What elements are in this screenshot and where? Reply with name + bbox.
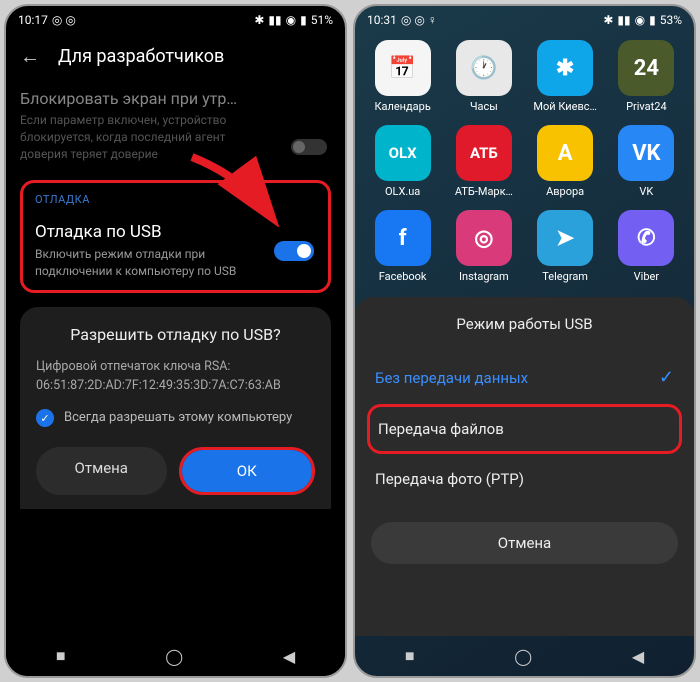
app-label: Мой Киевс… <box>533 100 597 113</box>
phone-left: 10:17 ◎ ◎ ✱ ▮▮ ◉ ▮ 51% ← Для разработчик… <box>4 4 347 678</box>
nav-back-icon[interactable]: ◀ <box>283 647 295 666</box>
fingerprint-label: Цифровой отпечаток ключа RSA: <box>36 358 315 377</box>
app-icon: АТБ <box>456 125 512 181</box>
setting-title: Блокировать экран при утр… <box>20 89 331 108</box>
sheet-options: Без передачи данных ✓ Передача файлов Перед… <box>355 351 694 504</box>
checkbox-checked-icon[interactable]: ✓ <box>36 409 54 427</box>
sheet-cancel-button[interactable]: Отмена <box>371 522 678 564</box>
nav-bar: ■ ◯ ◀ <box>6 636 345 676</box>
option-label: Без передачи данных <box>375 369 528 387</box>
battery-pct: 53% <box>660 13 682 27</box>
page-title: Для разработчиков <box>58 46 224 67</box>
back-icon[interactable]: ← <box>20 44 40 69</box>
cancel-button[interactable]: Отмена <box>36 447 167 495</box>
app-instagram[interactable]: ◎ Instagram <box>446 210 521 283</box>
app-label: Часы <box>470 100 498 113</box>
app-label: Viber <box>634 270 659 283</box>
app-telegram[interactable]: ➤ Telegram <box>528 210 603 283</box>
always-allow-row[interactable]: ✓ Всегда разрешать этому компьютеру <box>36 409 315 427</box>
battery-icon: ▮ <box>649 13 656 27</box>
option-label: Передача фото (PTP) <box>375 470 524 488</box>
option-label: Передача файлов <box>378 420 504 438</box>
app-icon: ✆ <box>618 210 674 266</box>
nav-recent-icon[interactable]: ■ <box>405 646 415 666</box>
app-часы[interactable]: 🕐 Часы <box>446 40 521 113</box>
settings-content: Блокировать экран при утр… Если параметр… <box>6 79 345 636</box>
ok-button[interactable]: ОК <box>182 450 313 492</box>
phone-right: 10:31 ◎ ◎ ♀ ✱ ▮▮ ◉ ▮ 53% 📅 Календарь 🕐 Часы… <box>353 4 696 678</box>
app-icon: 📅 <box>375 40 431 96</box>
nav-recent-icon[interactable]: ■ <box>56 646 66 666</box>
check-icon: ✓ <box>659 367 674 388</box>
debug-section-highlight: ОТЛАДКА Отладка по USB Включить режим от… <box>20 180 331 293</box>
bluetooth-icon: ✱ <box>254 13 264 27</box>
app-viber[interactable]: ✆ Viber <box>609 210 684 283</box>
app-атб-марк…[interactable]: АТБ АТБ-Марк… <box>446 125 521 198</box>
nav-back-icon[interactable]: ◀ <box>632 647 644 666</box>
app-label: Privat24 <box>626 100 667 113</box>
app-аврора[interactable]: A Аврора <box>528 125 603 198</box>
wifi-icon: ◉ <box>286 13 296 27</box>
page-header: ← Для разработчиков <box>6 34 345 79</box>
app-icon: A <box>537 125 593 181</box>
app-мой киевс…[interactable]: ✱ Мой Киевс… <box>528 40 603 113</box>
app-icon: 24 <box>618 40 674 96</box>
app-label: Telegram <box>542 270 588 283</box>
bluetooth-icon: ✱ <box>603 13 613 27</box>
status-time: 10:31 <box>367 13 397 27</box>
sheet-title: Режим работы USB <box>355 315 694 333</box>
app-icon: f <box>375 210 431 266</box>
status-icon: ◎ ◎ ♀ <box>401 13 437 27</box>
battery-pct: 51% <box>311 13 333 27</box>
ok-button-highlight: ОК <box>179 447 316 495</box>
usb-option[interactable]: Передача файлов <box>367 404 682 454</box>
nav-bar: ■ ◯ ◀ <box>355 636 694 676</box>
app-label: АТБ-Марк… <box>455 185 513 198</box>
app-icon: ✱ <box>537 40 593 96</box>
app-label: OLX.ua <box>385 185 420 198</box>
usb-debug-desc: Включить режим отладки при подключении к… <box>35 246 255 280</box>
app-label: Календарь <box>374 100 430 113</box>
app-label: Instagram <box>459 270 509 283</box>
fingerprint-value: 06:51:87:2D:AD:7F:12:49:35:3D:7A:C7:63:A… <box>36 377 315 396</box>
dialog-title: Разрешить отладку по USB? <box>36 325 315 344</box>
app-icon: 🕐 <box>456 40 512 96</box>
toggle-usb-debug[interactable] <box>274 241 314 261</box>
app-privat24[interactable]: 24 Privat24 <box>609 40 684 113</box>
usb-mode-sheet: Режим работы USB Без передачи данных ✓ Пер… <box>355 297 694 636</box>
status-time: 10:17 <box>18 13 48 27</box>
status-icon: ◎ ◎ <box>52 13 76 27</box>
app-label: Facebook <box>379 270 427 283</box>
app-icon: VK <box>618 125 674 181</box>
app-facebook[interactable]: f Facebook <box>365 210 440 283</box>
app-icon: OLX <box>375 125 431 181</box>
toggle-lock-screen[interactable] <box>291 139 327 155</box>
always-allow-label: Всегда разрешать этому компьютеру <box>64 410 292 427</box>
app-olx.ua[interactable]: OLX OLX.ua <box>365 125 440 198</box>
annotation-arrow <box>182 147 292 227</box>
dialog-buttons: Отмена ОК <box>36 447 315 509</box>
usb-option[interactable]: Без передачи данных ✓ <box>355 351 694 404</box>
nav-home-icon[interactable]: ◯ <box>514 647 532 666</box>
app-календарь[interactable]: 📅 Календарь <box>365 40 440 113</box>
app-label: Аврора <box>546 185 584 198</box>
signal-icon: ▮▮ <box>617 13 630 27</box>
usb-option[interactable]: Передача фото (PTP) <box>355 454 694 504</box>
app-icon: ◎ <box>456 210 512 266</box>
battery-icon: ▮ <box>300 13 307 27</box>
status-bar: 10:31 ◎ ◎ ♀ ✱ ▮▮ ◉ ▮ 53% <box>355 6 694 34</box>
app-grid: 📅Календарь🕐Часы✱Мой Киевс…24Privat24OLXO… <box>355 34 694 289</box>
signal-icon: ▮▮ <box>268 13 281 27</box>
app-label: VK <box>639 185 653 198</box>
allow-debug-dialog: Разрешить отладку по USB? Цифровой отпеч… <box>20 307 331 510</box>
nav-home-icon[interactable]: ◯ <box>165 647 183 666</box>
wifi-icon: ◉ <box>635 13 645 27</box>
app-icon: ➤ <box>537 210 593 266</box>
status-bar: 10:17 ◎ ◎ ✱ ▮▮ ◉ ▮ 51% <box>6 6 345 34</box>
app-vk[interactable]: VK VK <box>609 125 684 198</box>
